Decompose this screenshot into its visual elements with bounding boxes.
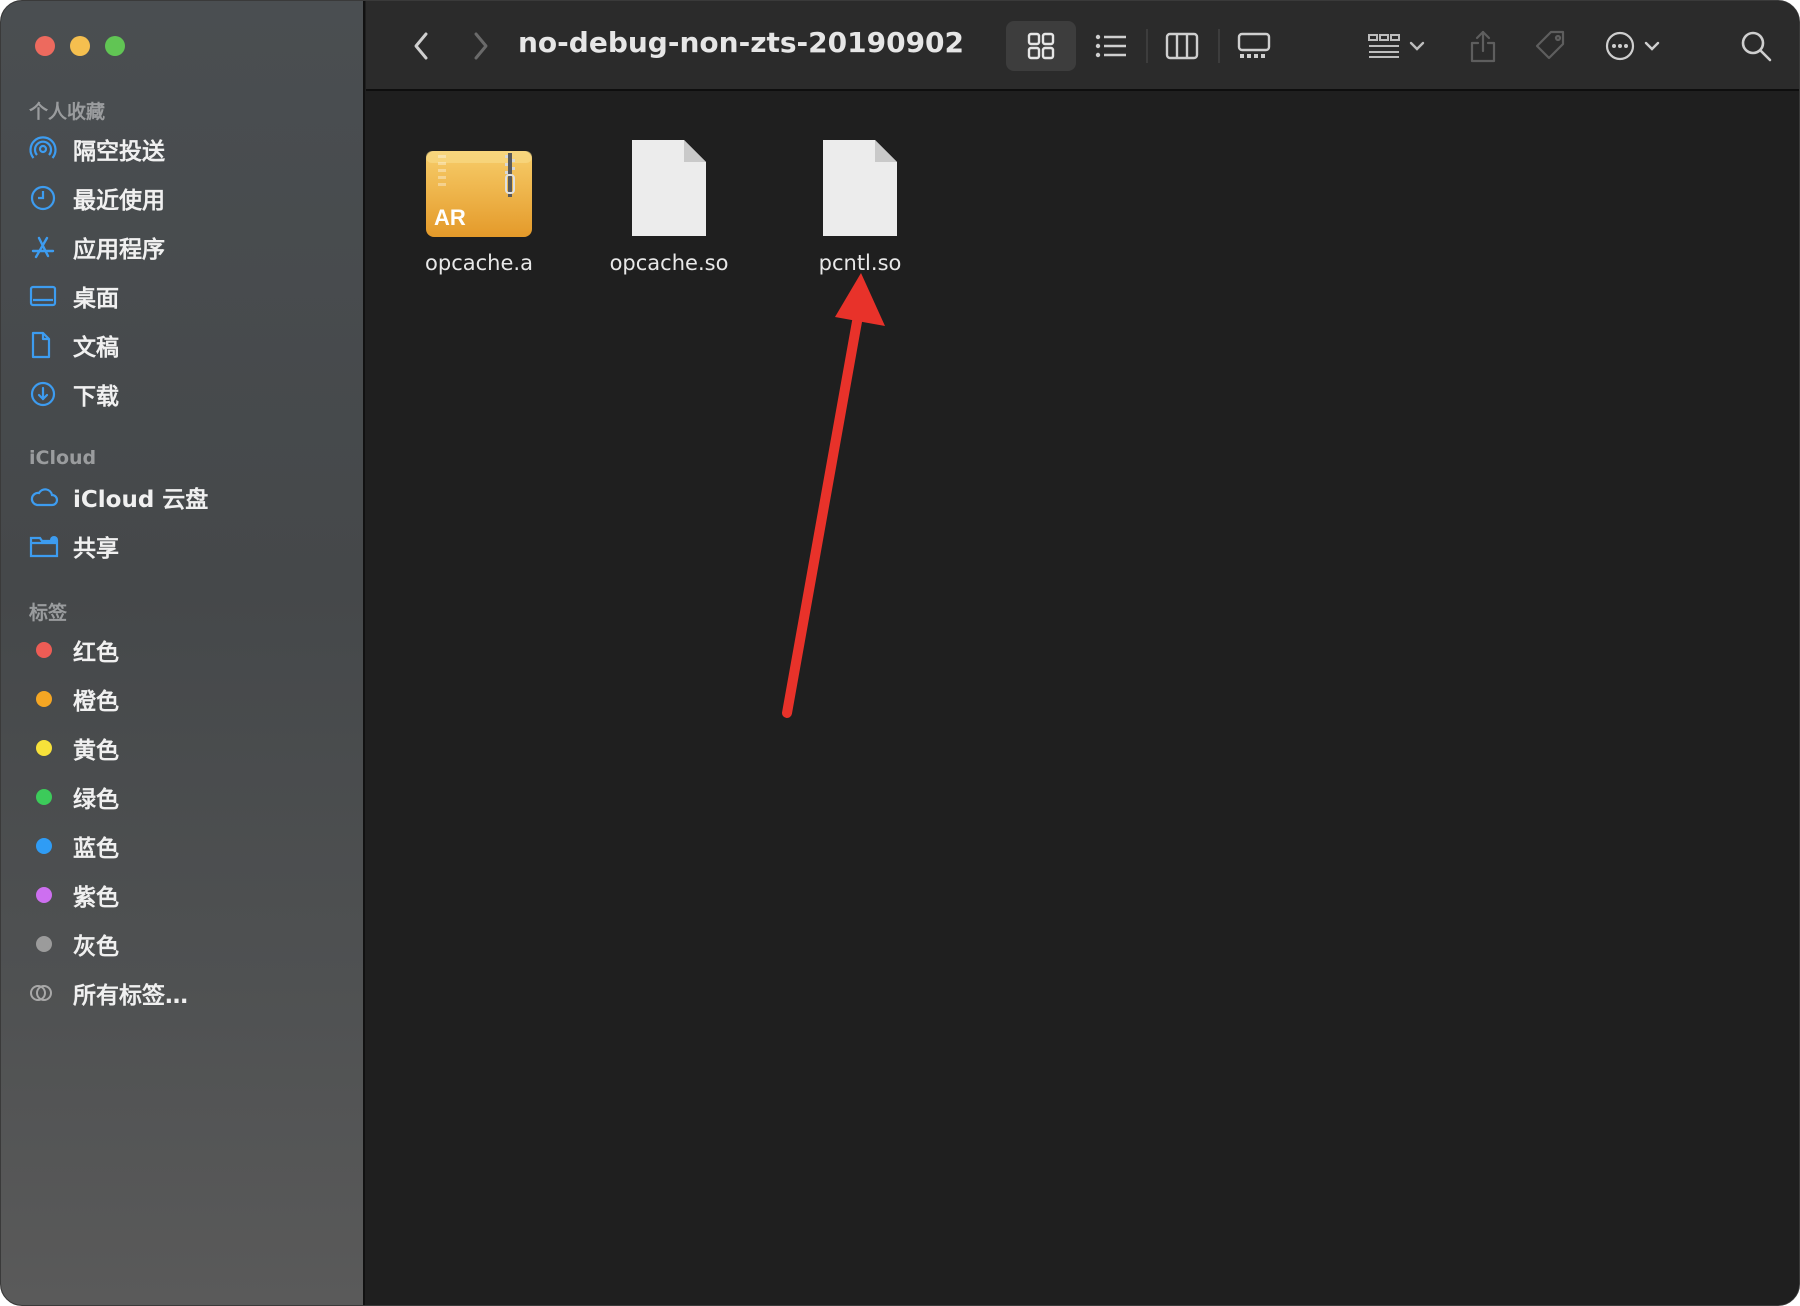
annotation-arrow xyxy=(782,273,885,718)
finder-window: 个人收藏 隔空投送 最近使用 应用程序 桌面 文稿 下载 iCloud iClo… xyxy=(0,0,1800,1306)
